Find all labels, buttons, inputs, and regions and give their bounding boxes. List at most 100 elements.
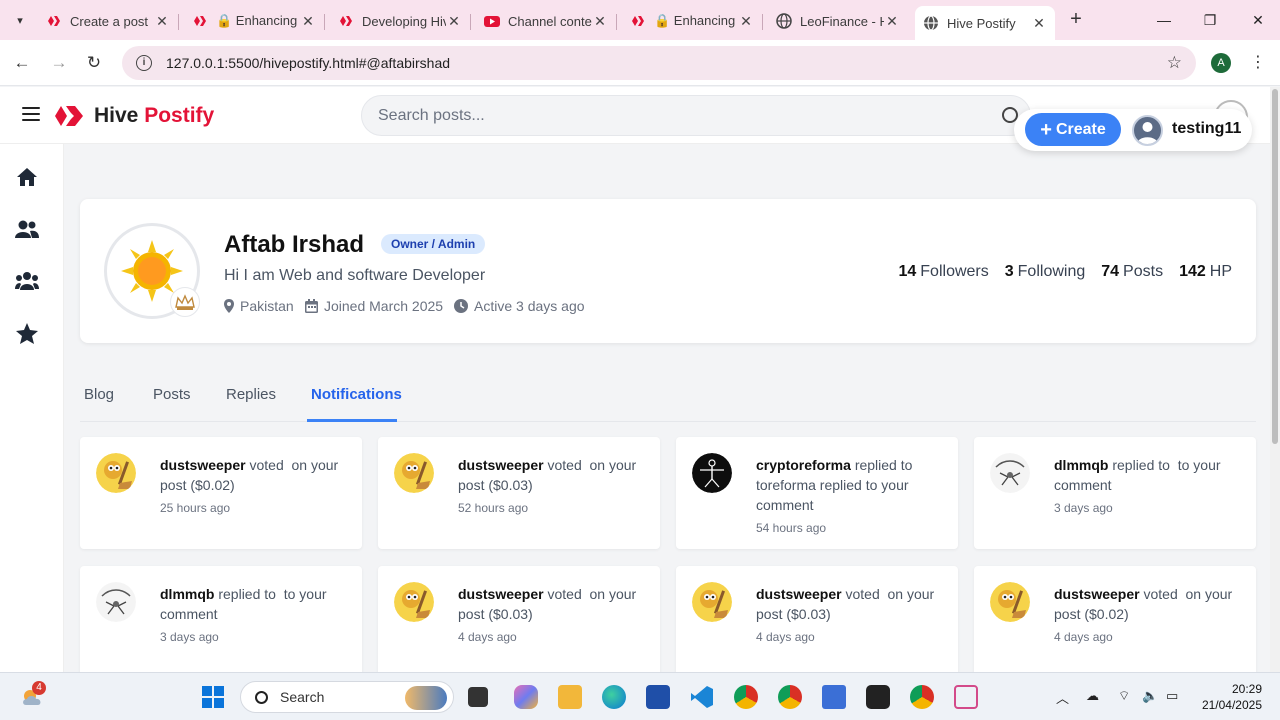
location-text: Pakistan bbox=[240, 298, 294, 314]
notification-user[interactable]: dlmmqb bbox=[1054, 457, 1108, 473]
taskbar-search[interactable]: Search bbox=[240, 681, 454, 713]
hamburger-menu-icon[interactable] bbox=[22, 107, 40, 121]
browser-tab[interactable]: LeoFinance - Hive ✕ bbox=[768, 6, 908, 36]
notification-avatar[interactable] bbox=[692, 453, 732, 493]
site-info-icon[interactable]: i bbox=[136, 55, 152, 71]
system-clock[interactable]: 20:29 21/04/2025 bbox=[1202, 681, 1262, 713]
notification-avatar[interactable] bbox=[394, 582, 434, 622]
browser-tab[interactable]: Developing Hive ✕ bbox=[330, 6, 470, 36]
close-icon[interactable]: ✕ bbox=[154, 13, 170, 30]
search-input[interactable] bbox=[378, 106, 938, 125]
browser-tab[interactable]: 🔒 Enhancing Hive ✕ bbox=[184, 6, 324, 36]
create-label: Create bbox=[1055, 120, 1106, 138]
browser-tab[interactable]: 🔒 Enhancing Hive ✕ bbox=[622, 6, 762, 36]
notification-user[interactable]: dustsweeper bbox=[756, 586, 842, 602]
notification-avatar[interactable] bbox=[990, 582, 1030, 622]
notification-user[interactable]: dustsweeper bbox=[160, 457, 246, 473]
following-stat[interactable]: 3 Following bbox=[1005, 263, 1086, 281]
vscode-icon[interactable] bbox=[690, 685, 714, 709]
sidebar-item-favorites[interactable] bbox=[14, 320, 40, 346]
close-icon[interactable]: ✕ bbox=[738, 13, 754, 30]
close-icon[interactable]: ✕ bbox=[300, 13, 316, 30]
notification-user[interactable]: dustsweeper bbox=[458, 457, 544, 473]
notification-avatar[interactable] bbox=[96, 582, 136, 622]
profile-joined: Joined March 2025 bbox=[305, 298, 443, 314]
close-icon[interactable]: ✕ bbox=[884, 13, 900, 30]
notification-avatar[interactable] bbox=[990, 453, 1030, 493]
windows-start-icon[interactable] bbox=[201, 685, 225, 709]
back-arrow-icon[interactable]: ← bbox=[9, 50, 35, 76]
chrome-active-icon[interactable] bbox=[778, 685, 802, 709]
minimize-icon[interactable]: — bbox=[1152, 8, 1176, 32]
close-icon[interactable]: ✕ bbox=[592, 13, 608, 30]
notification-time: 54 hours ago bbox=[756, 521, 827, 535]
task-view-icon[interactable] bbox=[468, 687, 488, 707]
edge-icon[interactable] bbox=[602, 685, 626, 709]
notification-card[interactable]: dlmmqb replied to to your comment 3 days … bbox=[80, 566, 362, 672]
file-explorer-icon[interactable] bbox=[558, 685, 582, 709]
followers-stat[interactable]: 14 Followers bbox=[898, 263, 988, 281]
browser-tab[interactable]: Create a post ✕ bbox=[38, 6, 178, 36]
notification-card[interactable]: dustsweeper voted on your post ($0.02) 25… bbox=[80, 437, 362, 549]
notepad-icon[interactable] bbox=[822, 685, 846, 709]
store-icon[interactable] bbox=[646, 685, 670, 709]
new-tab-button[interactable]: + bbox=[1064, 8, 1088, 32]
notification-user[interactable]: dustsweeper bbox=[458, 586, 544, 602]
notification-avatar[interactable] bbox=[394, 453, 434, 493]
create-button[interactable]: + Create bbox=[1025, 113, 1121, 146]
bookmark-star-icon[interactable]: ☆ bbox=[1167, 53, 1182, 73]
crown-icon bbox=[170, 287, 200, 317]
capcut-icon[interactable] bbox=[866, 685, 890, 709]
address-bar[interactable]: i 127.0.0.1:5500/hivepostify.html#@aftab… bbox=[122, 46, 1196, 80]
notification-avatar[interactable] bbox=[692, 582, 732, 622]
tab-search-chevron-icon[interactable]: ▾ bbox=[8, 8, 32, 32]
forward-arrow-icon[interactable]: → bbox=[46, 50, 72, 76]
notification-card[interactable]: cryptoreforma replied to toreforma repli… bbox=[676, 437, 958, 549]
close-icon[interactable]: ✕ bbox=[446, 13, 462, 30]
notification-card[interactable]: dlmmqb replied to to your comment 3 days … bbox=[974, 437, 1256, 549]
copilot-icon[interactable] bbox=[514, 685, 538, 709]
tab-notifications[interactable]: Notifications bbox=[311, 386, 402, 403]
notification-card[interactable]: dustsweeper voted on your post ($0.02) 4 … bbox=[974, 566, 1256, 672]
taskbar-search-label: Search bbox=[280, 689, 325, 705]
globe-icon bbox=[776, 13, 792, 29]
brand-name[interactable]: Hive Postify bbox=[94, 104, 214, 128]
notification-user[interactable]: cryptoreforma bbox=[756, 457, 851, 473]
browser-profile-avatar[interactable]: A bbox=[1211, 53, 1231, 73]
more-menu-icon[interactable]: ⋮ bbox=[1250, 52, 1266, 72]
battery-icon[interactable]: ▭ bbox=[1166, 688, 1178, 704]
page-scrollbar[interactable] bbox=[1270, 87, 1280, 672]
sidebar-item-communities[interactable] bbox=[14, 268, 40, 294]
notification-card[interactable]: dustsweeper voted on your post ($0.03) 52… bbox=[378, 437, 660, 549]
notification-user[interactable]: dustsweeper bbox=[1054, 586, 1140, 602]
notification-card[interactable]: dustsweeper voted on your post ($0.03) 4 … bbox=[378, 566, 660, 672]
sidebar-item-home[interactable] bbox=[14, 164, 40, 190]
tab-posts[interactable]: Posts bbox=[153, 386, 191, 403]
browser-tab-active[interactable]: Hive Postify ✕ bbox=[915, 6, 1055, 40]
scrollbar-thumb[interactable] bbox=[1272, 89, 1278, 444]
username[interactable]: testing11 bbox=[1172, 120, 1241, 138]
notification-card[interactable]: dustsweeper voted on your post ($0.03) 4 … bbox=[676, 566, 958, 672]
onedrive-icon[interactable]: ☁ bbox=[1086, 688, 1099, 704]
notification-text: dustsweeper voted on your post ($0.02) bbox=[160, 455, 350, 495]
tab-blog[interactable]: Blog bbox=[84, 386, 114, 403]
window-close-icon[interactable]: ✕ bbox=[1246, 8, 1270, 32]
close-icon[interactable]: ✕ bbox=[1031, 15, 1047, 32]
notification-avatar[interactable] bbox=[96, 453, 136, 493]
role-badge: Owner / Admin bbox=[381, 234, 486, 254]
tab-replies[interactable]: Replies bbox=[226, 386, 276, 403]
snipping-tool-icon[interactable] bbox=[954, 685, 978, 709]
url-text[interactable]: 127.0.0.1:5500/hivepostify.html#@aftabir… bbox=[166, 55, 450, 71]
reload-icon[interactable]: ↻ bbox=[81, 50, 107, 76]
restore-icon[interactable]: ❐ bbox=[1198, 8, 1222, 32]
browser-tab[interactable]: Channel content ✕ bbox=[476, 6, 616, 36]
sidebar-item-following[interactable] bbox=[14, 216, 40, 242]
tray-chevron-icon[interactable]: ︿ bbox=[1056, 688, 1069, 707]
user-avatar[interactable] bbox=[1132, 115, 1163, 146]
chrome-icon[interactable] bbox=[910, 685, 934, 709]
volume-icon[interactable]: 🔈 bbox=[1142, 688, 1158, 704]
user-silhouette-icon bbox=[1137, 122, 1158, 144]
notification-user[interactable]: dlmmqb bbox=[160, 586, 214, 602]
chrome-profile-icon[interactable] bbox=[734, 685, 758, 709]
wifi-icon[interactable]: ⌔ bbox=[1118, 688, 1130, 704]
